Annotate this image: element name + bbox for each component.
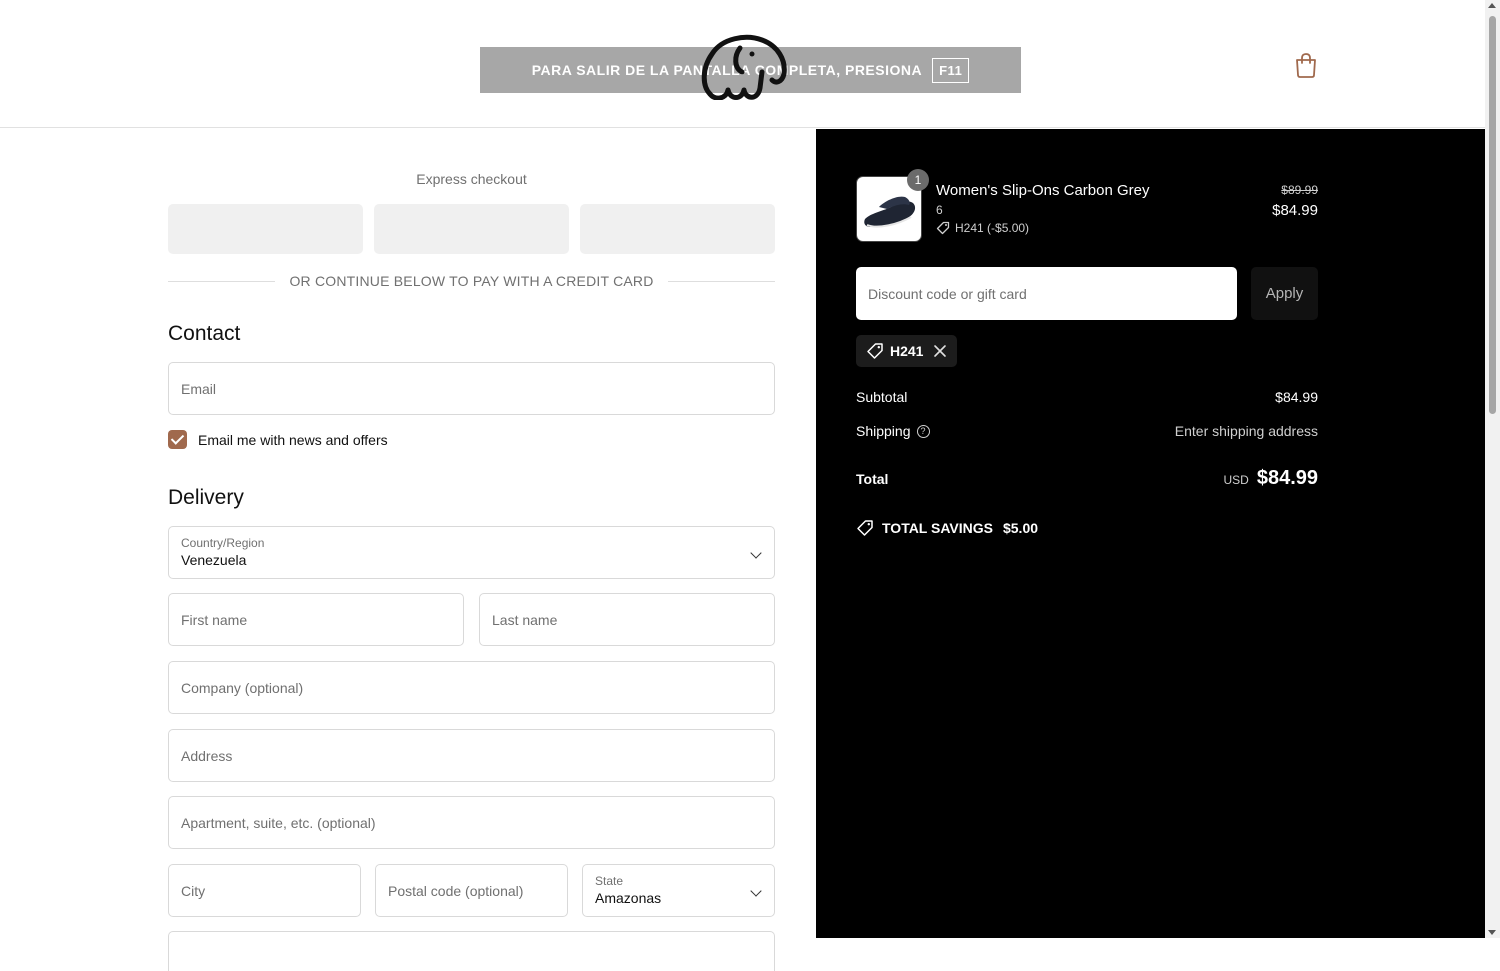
last-name-field[interactable]: Last name [479,593,775,646]
express-checkout-title: Express checkout [416,171,527,187]
last-name-placeholder: Last name [492,611,558,628]
postal-placeholder: Postal code (optional) [388,882,524,899]
tag-icon [936,221,950,235]
scroll-thumb[interactable] [1489,16,1496,414]
total-value-group: USD $84.99 [1223,467,1318,490]
contact-title: Contact [168,322,241,345]
discount-placeholder: Discount code or gift card [868,285,1027,302]
first-name-field[interactable]: First name [168,593,464,646]
company-placeholder: Company (optional) [181,679,304,696]
postal-code-field[interactable]: Postal code (optional) [375,864,568,917]
newsletter-checkbox[interactable] [168,430,187,449]
address-field[interactable]: Address [168,729,775,782]
product-discount: H241 (-$5.00) [936,221,1029,235]
chevron-down-icon [750,885,762,897]
newsletter-option[interactable]: Email me with news and offers [168,430,388,449]
quantity-badge: 1 [907,169,929,191]
scroll-down-arrow-icon[interactable] [1488,930,1496,935]
help-icon[interactable]: ? [916,424,930,438]
email-placeholder: Email [181,380,217,397]
email-field[interactable]: Email [168,362,775,415]
savings-label: TOTAL SAVINGS [882,520,993,536]
fullscreen-key: F11 [932,57,970,83]
state-select[interactable]: State Amazonas [582,864,775,917]
applied-code-chip: H241 [856,335,958,367]
savings-value: $5.00 [1002,520,1039,536]
elephant-logo-icon[interactable] [700,28,788,100]
phone-field[interactable] [168,931,775,971]
country-select[interactable]: Country/Region Venezuela [168,526,775,579]
close-icon[interactable] [933,344,947,358]
shipping-label-group: Shipping ? [856,423,930,439]
total-currency: USD [1223,473,1249,487]
original-price: $89.99 [1281,183,1318,197]
tag-icon [867,343,883,359]
country-label: Country/Region [181,536,265,551]
first-name-placeholder: First name [181,611,248,628]
apartment-placeholder: Apartment, suite, etc. (optional) [181,814,376,831]
city-field[interactable]: City [168,864,361,917]
checkout-form: Express checkout OR CONTINUE BELOW TO PA… [0,129,816,971]
scroll-up-arrow-icon[interactable] [1488,3,1496,8]
subtotal-value: $84.99 [1275,389,1318,405]
country-value: Venezuela [181,551,247,568]
product-name: Women's Slip-Ons Carbon Grey [936,182,1150,199]
newsletter-label: Email me with news and offers [198,431,388,448]
express-pay-button-3[interactable] [580,204,775,254]
delivery-title: Delivery [168,486,244,509]
apply-button[interactable]: Apply [1251,267,1318,320]
total-label: Total [856,470,889,487]
shopping-bag-icon[interactable] [1294,52,1318,78]
total-savings: TOTAL SAVINGS $5.00 [856,519,1038,537]
shipping-row: Shipping ? Enter shipping address [856,423,1318,439]
payment-divider: OR CONTINUE BELOW TO PAY WITH A CREDIT C… [168,273,776,289]
divider-line [667,280,776,282]
subtotal-row: Subtotal $84.99 [856,389,1318,405]
applied-code: H241 [890,343,924,359]
state-value: Amazonas [595,889,662,906]
express-pay-button-2[interactable] [374,204,569,254]
subtotal-label: Subtotal [856,389,908,405]
chevron-down-icon [750,547,762,559]
scrollbar[interactable] [1485,0,1500,938]
product-price: $84.99 [1272,202,1318,219]
divider-line [168,280,276,282]
divider-text: OR CONTINUE BELOW TO PAY WITH A CREDIT C… [289,273,654,289]
apartment-field[interactable]: Apartment, suite, etc. (optional) [168,796,775,849]
total-value: $84.99 [1256,467,1318,489]
tag-icon [857,520,873,536]
discount-code-input[interactable]: Discount code or gift card [856,267,1237,320]
company-field[interactable]: Company (optional) [168,661,775,714]
shipping-value: Enter shipping address [1174,423,1318,439]
city-placeholder: City [181,882,206,899]
express-pay-button-1[interactable] [168,204,363,254]
order-summary: 1 Women's Slip-Ons Carbon Grey 6 H241 (-… [816,129,1485,938]
address-placeholder: Address [181,747,233,764]
header: PARA SALIR DE LA PANTALLA COMPLETA, PRES… [0,0,1485,128]
state-label: State [595,874,624,889]
product-variant: 6 [936,203,943,217]
product-discount-text: H241 (-$5.00) [955,221,1030,235]
shipping-label: Shipping [856,423,911,439]
total-row: Total USD $84.99 [856,467,1318,490]
